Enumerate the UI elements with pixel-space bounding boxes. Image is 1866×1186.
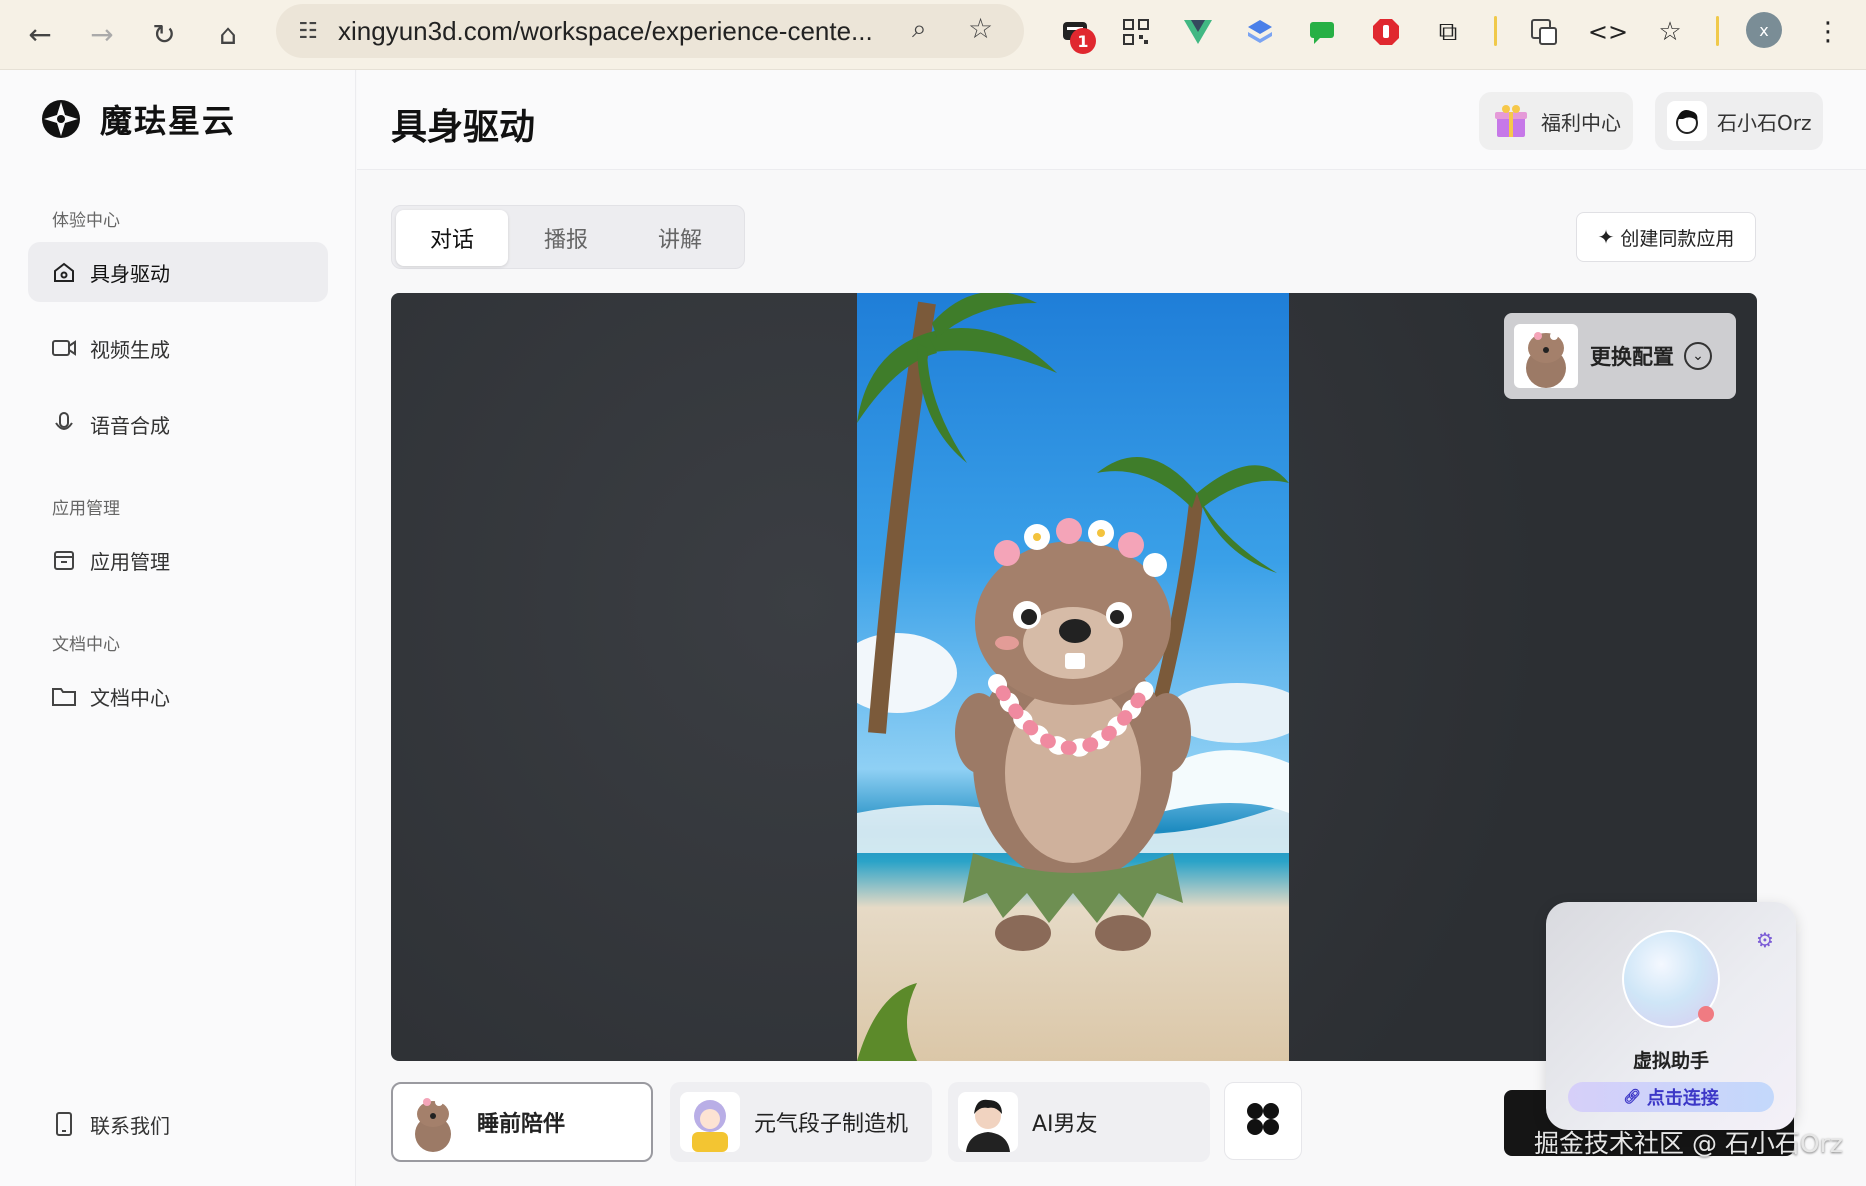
sidebar-item-label: 应用管理	[90, 549, 170, 574]
gear-icon[interactable]: ⚙	[1756, 928, 1774, 952]
bookmarks-icon[interactable]: ☆	[1650, 12, 1690, 52]
tab-dialogue[interactable]: 对话	[396, 210, 508, 266]
section-title-experience: 体验中心	[52, 211, 120, 231]
phone-icon	[50, 1110, 78, 1138]
beach-scene-image	[857, 293, 1289, 1061]
character-card-bedtime[interactable]: 睡前陪伴	[391, 1082, 653, 1162]
zoom-icon[interactable]: ⌕	[912, 14, 927, 45]
gift-icon	[1491, 101, 1531, 141]
box-icon	[50, 546, 78, 574]
home-icon[interactable]: ⌂	[206, 12, 250, 56]
chevron-down-icon: ⌄	[1684, 342, 1712, 370]
address-bar[interactable]: ☷ xingyun3d.com/workspace/experience-cen…	[276, 4, 1024, 58]
brand-name: 魔珐星云	[100, 102, 237, 140]
character-label: 元气段子制造机	[754, 1112, 909, 1137]
logo[interactable]: 魔珐星云	[40, 96, 236, 142]
section-title-apps: 应用管理	[52, 499, 120, 519]
tab-broadcast[interactable]: 播报	[510, 210, 622, 266]
toolbar-divider	[1494, 16, 1497, 46]
forward-icon[interactable]: →	[80, 12, 124, 56]
sidebar-item-label: 联系我们	[90, 1113, 170, 1138]
site-settings-icon[interactable]: ☷	[292, 15, 324, 47]
chat-green-icon[interactable]	[1302, 12, 1342, 52]
welfare-center-button[interactable]: 福利中心	[1479, 92, 1633, 150]
stop-hand-icon[interactable]	[1366, 12, 1406, 52]
profile-avatar[interactable]: x	[1746, 12, 1782, 48]
bookmark-star-icon[interactable]: ☆	[968, 12, 993, 45]
sidebar-item-embodied-drive[interactable]: 具身驱动	[28, 242, 328, 302]
sidebar-item-label: 视频生成	[90, 337, 170, 362]
user-avatar	[1667, 101, 1707, 141]
character-label: AI男友	[1032, 1112, 1098, 1137]
status-dot	[1698, 1006, 1714, 1022]
beaver-avatar	[403, 1092, 463, 1152]
sidebar-item-docs[interactable]: 文档中心	[28, 666, 328, 726]
layers-extension-icon[interactable]	[1240, 12, 1280, 52]
sparkle-icon: ✦	[1597, 225, 1615, 249]
sidebar-item-label: 语音合成	[90, 413, 170, 438]
character-card-joke-maker[interactable]: 元气段子制造机	[670, 1082, 932, 1162]
url-text[interactable]: xingyun3d.com/workspace/experience-cente…	[338, 16, 873, 47]
boyfriend-avatar	[958, 1092, 1018, 1152]
user-menu[interactable]: 石小石Orz	[1655, 92, 1824, 150]
sidebar-item-contact[interactable]: 联系我们	[28, 1094, 328, 1154]
sidebar-item-app-management[interactable]: 应用管理	[28, 530, 328, 590]
user-name: 石小石Orz	[1717, 110, 1812, 135]
watermark: 掘金技术社区 @ 石小石Orz	[1534, 1129, 1843, 1158]
create-similar-app-button[interactable]: ✦ 创建同款应用	[1576, 212, 1756, 262]
back-icon[interactable]: ←	[18, 12, 62, 56]
config-avatar-thumb	[1514, 324, 1578, 388]
reload-icon[interactable]: ↻	[142, 12, 186, 56]
mic-icon	[50, 410, 78, 438]
vue-devtools-icon[interactable]	[1178, 12, 1218, 52]
welfare-label: 福利中心	[1541, 110, 1621, 135]
logo-mark-icon	[40, 98, 82, 140]
menu-kebab-icon[interactable]: ⋮	[1808, 12, 1848, 52]
page-title: 具身驱动	[391, 107, 536, 148]
create-button-label: 创建同款应用	[1620, 227, 1735, 250]
connect-label: 点击连接	[1646, 1088, 1719, 1109]
code-icon[interactable]: <>	[1588, 12, 1628, 52]
character-label: 睡前陪伴	[477, 1112, 566, 1137]
sidebar-item-speech[interactable]: 语音合成	[28, 394, 328, 454]
config-label: 更换配置	[1590, 345, 1674, 369]
extensions-puzzle-icon[interactable]: ⧉	[1428, 12, 1468, 52]
change-config-button[interactable]: 更换配置 ⌄	[1504, 313, 1736, 399]
anime-girl-avatar	[680, 1092, 740, 1152]
toolbar-divider	[1716, 16, 1719, 46]
qr-code-icon[interactable]	[1116, 12, 1156, 52]
sidebar-item-label: 具身驱动	[90, 261, 170, 286]
character-card-ai-boyfriend[interactable]: AI男友	[948, 1082, 1210, 1162]
sidebar: 魔珐星云 体验中心 具身驱动 视频生成 语音合成 应用管理 应用管理 文档中心 …	[0, 70, 356, 1186]
page-header: 具身驱动 福利中心 石小石Orz	[357, 70, 1866, 170]
connect-button[interactable]: 🔗︎ 点击连接	[1568, 1082, 1774, 1112]
link-icon: 🔗︎	[1623, 1089, 1641, 1105]
section-title-docs: 文档中心	[52, 635, 120, 655]
mode-tabs: 对话 播报 讲解	[391, 205, 745, 269]
assistant-title: 虚拟助手	[1632, 1050, 1709, 1072]
translate-icon[interactable]	[1524, 12, 1564, 52]
more-characters-button[interactable]	[1224, 1082, 1302, 1160]
sidebar-item-label: 文档中心	[90, 685, 170, 710]
browser-toolbar: ← → ↻ ⌂ ☷ xingyun3d.com/workspace/experi…	[0, 0, 1866, 70]
sidebar-item-video[interactable]: 视频生成	[28, 318, 328, 378]
folder-icon	[50, 682, 78, 710]
video-icon	[50, 334, 78, 362]
extension-badge: 1	[1070, 28, 1096, 54]
tab-explain[interactable]: 讲解	[624, 210, 736, 266]
grid-icon	[1245, 1101, 1281, 1141]
home-icon	[50, 258, 78, 286]
virtual-assistant-widget[interactable]: ⚙ 虚拟助手 🔗︎ 点击连接	[1546, 902, 1796, 1130]
